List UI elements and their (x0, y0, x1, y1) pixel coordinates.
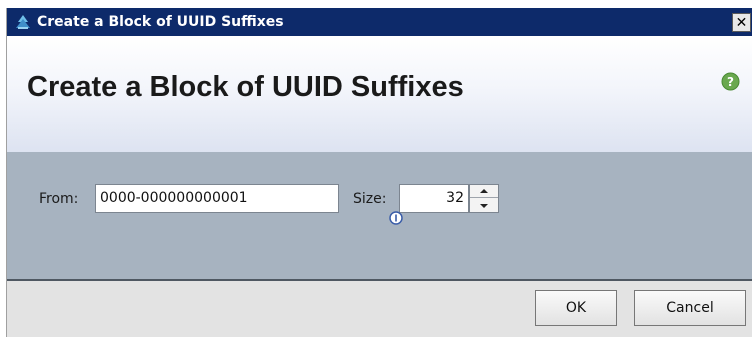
page-title: Create a Block of UUID Suffixes (27, 71, 464, 103)
size-spinner (469, 184, 499, 213)
spinner-up-icon (480, 189, 488, 193)
dialog-header: Create a Block of UUID Suffixes ? (7, 36, 752, 152)
spinner-down-icon (480, 203, 488, 208)
dialog-footer: OK Cancel (7, 281, 752, 337)
cancel-button[interactable]: Cancel (634, 290, 746, 326)
window-title: Create a Block of UUID Suffixes (37, 14, 284, 30)
create-uuid-block-dialog: Create a Block of UUID Suffixes ✕ Create… (6, 8, 752, 337)
app-logo-icon (15, 14, 31, 30)
size-input[interactable]: 32 (399, 184, 469, 213)
size-label: Size: (353, 191, 387, 207)
from-label: From: (39, 191, 79, 207)
info-icon[interactable] (389, 210, 403, 225)
size-increment-button[interactable] (470, 185, 498, 198)
ok-button[interactable]: OK (535, 290, 617, 326)
title-bar[interactable]: Create a Block of UUID Suffixes ✕ (7, 8, 752, 36)
close-icon: ✕ (735, 14, 748, 31)
help-icon[interactable]: ? (721, 72, 740, 91)
svg-text:?: ? (727, 75, 734, 89)
close-button[interactable]: ✕ (732, 13, 751, 32)
from-input[interactable]: 0000-000000000001 (95, 184, 339, 213)
form-panel: From: 0000-000000000001 Size: 32 (7, 152, 752, 281)
size-decrement-button[interactable] (470, 199, 498, 212)
